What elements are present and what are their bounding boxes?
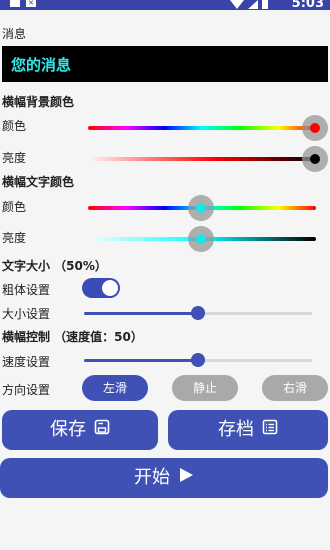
size-slider-thumb[interactable] — [191, 306, 205, 320]
battery-icon — [262, 0, 268, 9]
banner-bg-brightness-label: 亮度 — [2, 151, 27, 165]
speed-label: 速度设置 — [2, 355, 51, 369]
speed-slider-thumb[interactable] — [191, 353, 205, 367]
banner-text-brightness-thumb[interactable] — [188, 226, 214, 252]
direction-stop-button[interactable]: 静止 — [172, 375, 238, 401]
archive-button-label: 存档 — [218, 419, 254, 440]
save-button[interactable]: 保存 — [2, 410, 158, 450]
size-label: 大小设置 — [2, 307, 51, 321]
wifi-icon — [230, 0, 244, 9]
banner-text-color-label: 颜色 — [2, 200, 27, 214]
save-icon — [94, 410, 110, 450]
status-bar: ✕ 5:03 — [0, 0, 330, 11]
banner-bg-title: 横幅背景颜色 — [2, 95, 75, 109]
close-notification-icon: ✕ — [26, 0, 36, 7]
list-icon — [262, 410, 278, 450]
direction-label: 方向设置 — [2, 383, 51, 397]
message-section-label: 消息 — [2, 27, 27, 41]
bold-toggle[interactable] — [82, 278, 120, 298]
thumb-dot — [310, 154, 320, 164]
thumb-dot — [310, 123, 320, 133]
message-text: 您的消息 — [11, 56, 72, 74]
thumb-dot — [196, 203, 206, 213]
message-preview[interactable]: 您的消息 — [2, 46, 328, 82]
start-button-label: 开始 — [134, 467, 170, 488]
signal-icon — [248, 0, 258, 9]
bold-toggle-knob — [102, 280, 118, 296]
status-time: 5:03 — [291, 0, 324, 11]
banner-bg-color-slider[interactable] — [88, 126, 316, 130]
banner-bg-brightness-slider[interactable] — [92, 157, 316, 161]
direction-right-button[interactable]: 右滑 — [262, 375, 328, 401]
direction-left-button[interactable]: 左滑 — [82, 375, 148, 401]
banner-control-title: 横幅控制 （速度值：50） — [2, 330, 143, 344]
notification-icon — [10, 0, 20, 7]
size-slider-fill — [84, 312, 198, 315]
bold-label: 粗体设置 — [2, 283, 51, 297]
thumb-dot — [196, 234, 206, 244]
text-size-title: 文字大小 （50%） — [2, 259, 107, 273]
notification-icons: ✕ — [10, 0, 42, 9]
banner-text-color-thumb[interactable] — [188, 195, 214, 221]
speed-slider-fill — [84, 359, 198, 362]
play-icon — [178, 458, 194, 498]
banner-text-brightness-label: 亮度 — [2, 231, 27, 245]
banner-text-title: 横幅文字颜色 — [2, 175, 75, 189]
save-button-label: 保存 — [50, 419, 86, 440]
banner-bg-color-thumb[interactable] — [302, 115, 328, 141]
start-button[interactable]: 开始 — [0, 458, 328, 498]
banner-bg-brightness-thumb[interactable] — [302, 146, 328, 172]
archive-button[interactable]: 存档 — [168, 410, 328, 450]
banner-bg-color-label: 颜色 — [2, 119, 27, 133]
system-icons — [230, 0, 270, 10]
